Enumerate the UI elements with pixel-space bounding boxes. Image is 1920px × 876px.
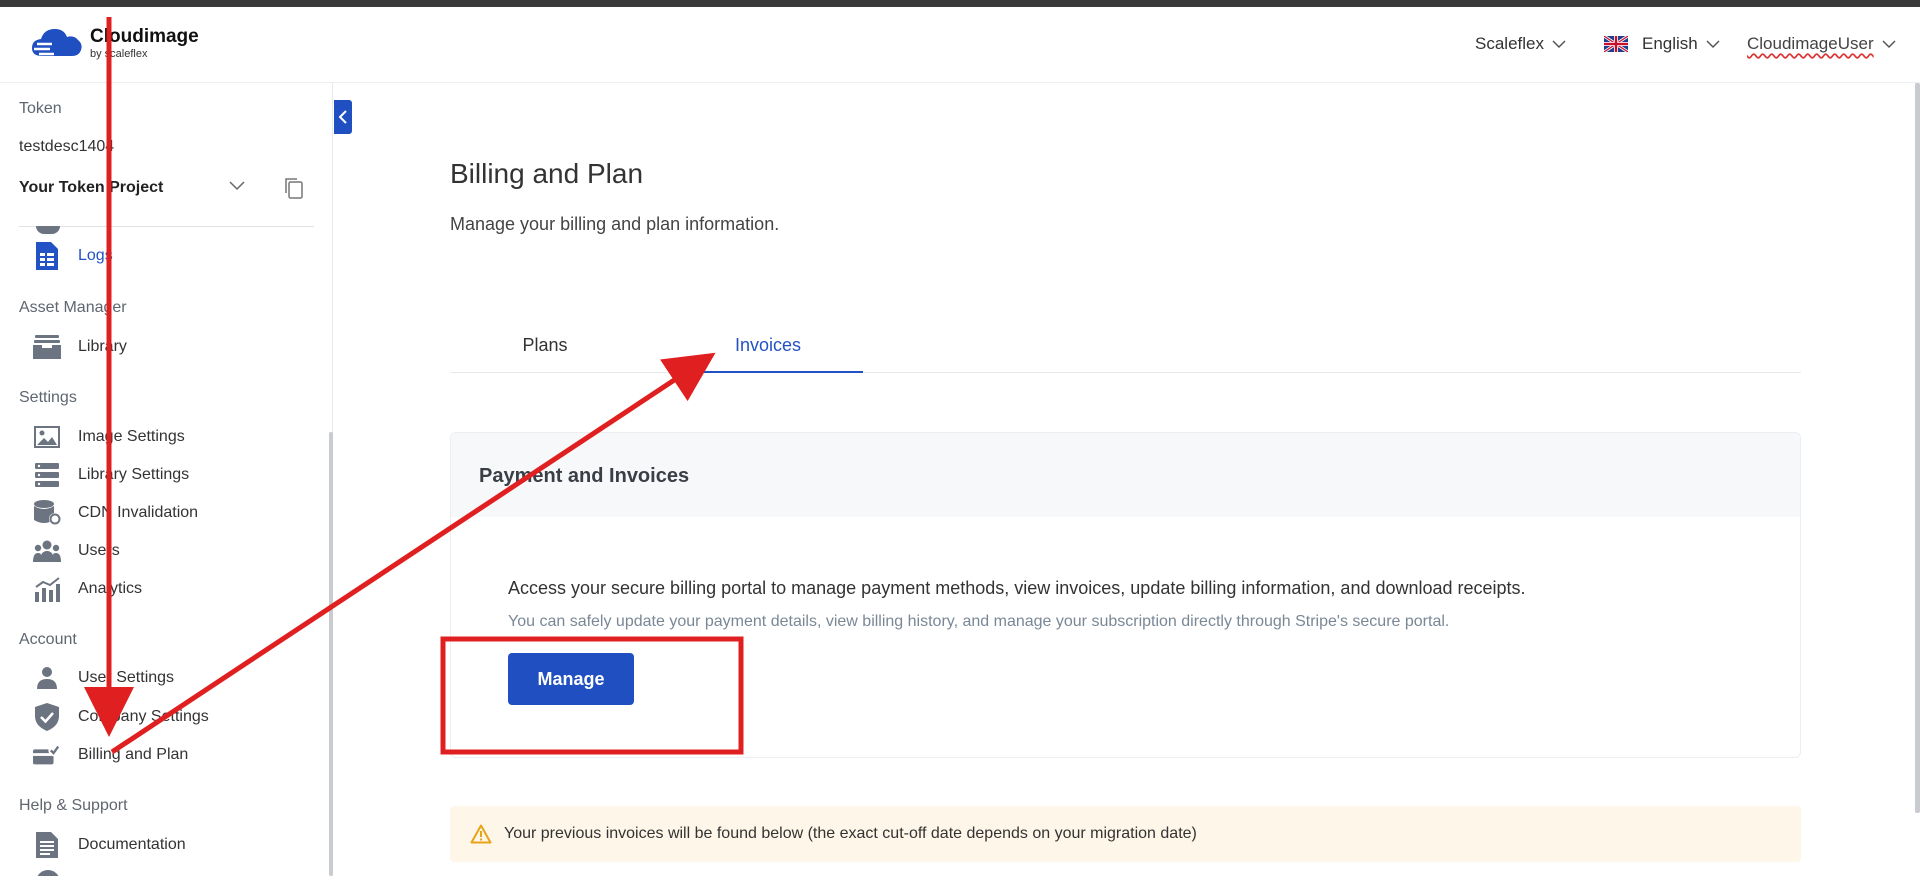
section-help-support: Help & Support bbox=[19, 797, 128, 814]
sidebar-item-documentation[interactable]: Documentation bbox=[33, 830, 186, 860]
sidebar-item-library[interactable]: Library bbox=[33, 332, 127, 362]
chevron-down-icon bbox=[1552, 39, 1566, 48]
sidebar-item-cdn-invalidation[interactable]: CDN Invalidation bbox=[33, 498, 198, 528]
tab-invoices[interactable]: Invoices bbox=[673, 318, 863, 373]
card-heading: Payment and Invoices bbox=[451, 433, 1800, 517]
sidebar-item-label: CDN Invalidation bbox=[78, 504, 199, 521]
user-menu-dropdown[interactable]: CloudimageUser bbox=[1747, 34, 1896, 54]
archive-icon bbox=[33, 333, 61, 361]
page-scrollbar[interactable] bbox=[1915, 83, 1920, 813]
sidebar-item-analytics[interactable]: Analytics bbox=[33, 574, 142, 604]
sidebar-item-label: Analytics bbox=[78, 580, 143, 597]
collapse-sidebar-button[interactable] bbox=[334, 100, 352, 134]
logo-by-text: by scaleflex bbox=[90, 47, 148, 60]
logs-icon bbox=[33, 242, 61, 270]
sidebar-item-label: Users bbox=[78, 542, 120, 559]
logo-name: Cloudimage bbox=[90, 25, 199, 47]
sidebar-item-label: Billing and Plan bbox=[78, 746, 189, 763]
sidebar-item-logs[interactable]: Logs bbox=[33, 241, 113, 271]
payment-invoices-card: Payment and Invoices Access your secure … bbox=[450, 432, 1801, 758]
company-dropdown[interactable]: Scaleflex bbox=[1475, 34, 1566, 54]
sidebar-item-label: Company Settings bbox=[78, 708, 209, 725]
sidebar-item-billing-and-plan[interactable]: Billing and Plan bbox=[33, 740, 188, 770]
chevron-left-icon bbox=[338, 110, 347, 124]
copy-icon[interactable] bbox=[284, 177, 304, 199]
user-icon bbox=[33, 664, 61, 692]
users-icon bbox=[33, 537, 61, 565]
warning-icon bbox=[470, 824, 492, 844]
cloud-logo-icon bbox=[32, 29, 82, 56]
billing-icon bbox=[33, 741, 61, 769]
sidebar-item-image-settings[interactable]: Image Settings bbox=[33, 422, 185, 452]
sidebar-item-library-settings[interactable]: Library Settings bbox=[33, 460, 189, 490]
sidebar-item-label: Library bbox=[78, 338, 127, 355]
chevron-down-icon bbox=[1882, 39, 1896, 48]
sidebar-item-label: Documentation bbox=[78, 836, 186, 853]
document-icon bbox=[33, 831, 61, 859]
section-account: Account bbox=[19, 631, 77, 648]
server-icon bbox=[33, 461, 61, 489]
company-label: Scaleflex bbox=[1475, 34, 1544, 53]
analytics-icon bbox=[33, 575, 61, 603]
warning-text: Your previous invoices will be found bel… bbox=[504, 825, 1197, 842]
database-sync-icon bbox=[33, 499, 61, 527]
cloudimage-logo[interactable]: Cloudimage by scaleflex bbox=[30, 24, 199, 62]
card-subdescription: You can safely update your payment detai… bbox=[508, 613, 1450, 630]
migration-warning: Your previous invoices will be found bel… bbox=[450, 806, 1801, 862]
page-subtitle: Manage your billing and plan information… bbox=[450, 214, 780, 234]
sidebar-item-company-settings[interactable]: Company Settings bbox=[33, 702, 209, 732]
sidebar-scrollbar[interactable] bbox=[329, 432, 333, 876]
sidebar-item-users[interactable]: Users bbox=[33, 536, 120, 566]
sidebar-item-label: User Settings bbox=[78, 669, 175, 686]
chevron-down-icon bbox=[1706, 39, 1720, 48]
uk-flag-icon bbox=[1604, 36, 1628, 52]
section-settings: Settings bbox=[19, 389, 77, 406]
manage-button[interactable]: Manage bbox=[508, 653, 634, 705]
token-label: Token bbox=[19, 100, 62, 117]
user-name: CloudimageUser bbox=[1747, 34, 1874, 53]
section-asset-manager: Asset Manager bbox=[19, 299, 127, 316]
page-title: Billing and Plan bbox=[450, 158, 644, 189]
sidebar-item-label: Library Settings bbox=[78, 466, 190, 483]
language-dropdown[interactable]: English bbox=[1604, 34, 1720, 54]
tab-plans[interactable]: Plans bbox=[450, 318, 640, 373]
billing-tabs: Plans Invoices bbox=[450, 318, 1801, 373]
image-icon bbox=[33, 423, 61, 451]
sidebar-item-label: Image Settings bbox=[78, 428, 185, 445]
browser-top-strip bbox=[0, 0, 1920, 7]
token-value: testdesc1404 bbox=[19, 138, 115, 155]
card-description: Access your secure billing portal to man… bbox=[508, 578, 1526, 598]
sidebar-item-user-settings[interactable]: User Settings bbox=[33, 663, 174, 693]
sidebar-divider bbox=[19, 226, 314, 227]
top-header: Cloudimage by scaleflex Scaleflex Englis… bbox=[0, 7, 1920, 83]
sidebar-item-label: Logs bbox=[78, 247, 113, 264]
shield-check-icon bbox=[33, 703, 61, 731]
chevron-down-icon[interactable] bbox=[229, 181, 245, 191]
project-selector[interactable]: Your Token Project bbox=[19, 179, 163, 197]
language-label: English bbox=[1642, 34, 1698, 53]
